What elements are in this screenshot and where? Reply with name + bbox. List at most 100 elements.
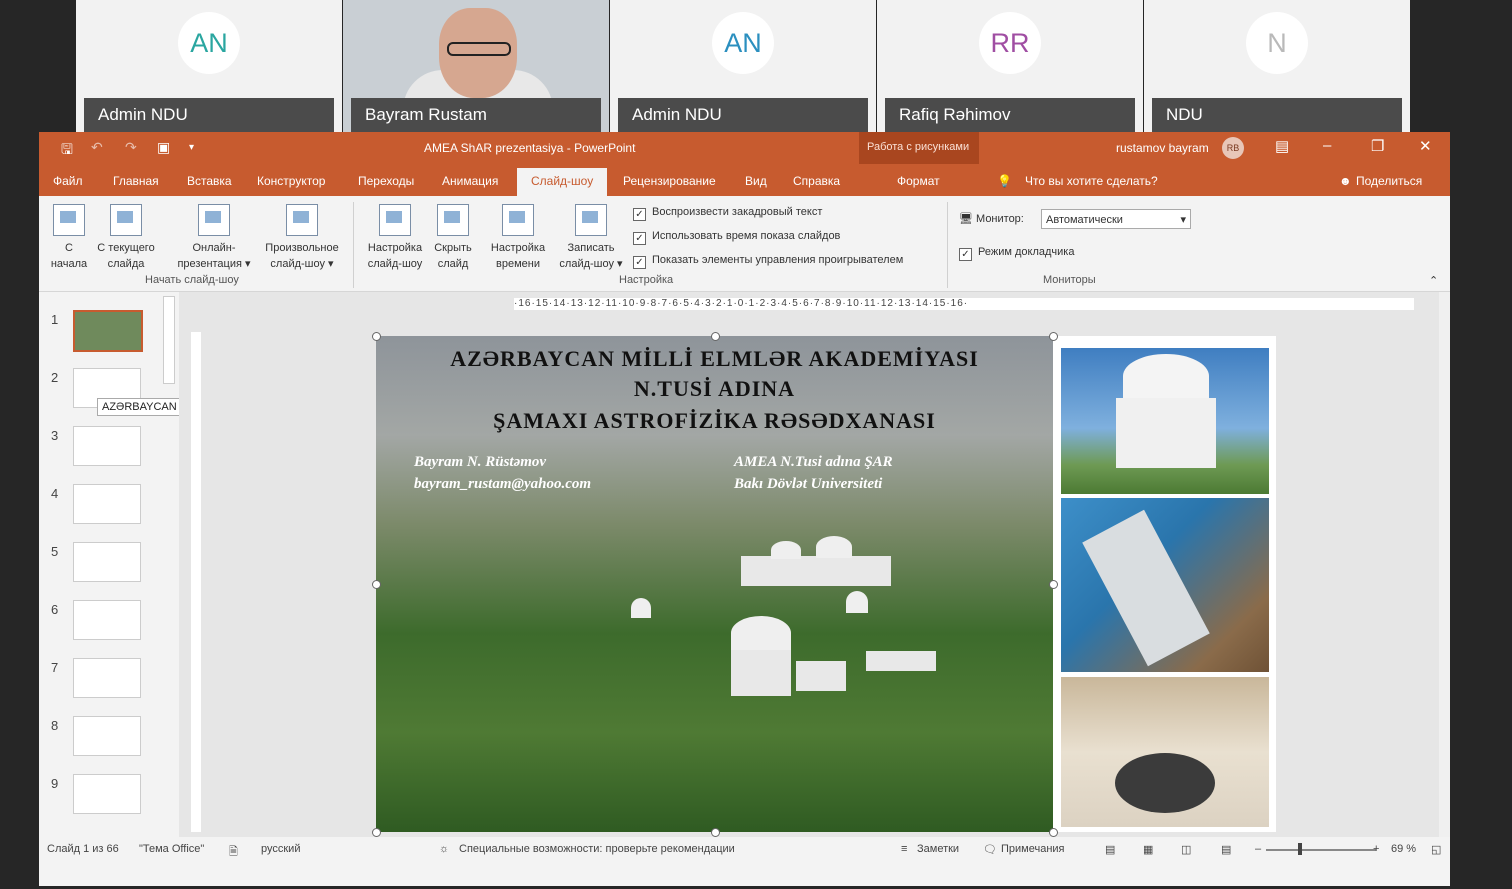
resize-handle[interactable] (1049, 828, 1058, 837)
show-media-controls-checkbox[interactable]: ✓ Показать элементы управления проигрыват… (633, 254, 903, 269)
share-button[interactable]: Поделиться (1356, 174, 1422, 188)
resize-handle[interactable] (372, 332, 381, 341)
big-dome (731, 616, 791, 650)
save-icon[interactable]: 🖫 (61, 139, 73, 163)
telescope-tower-photo[interactable] (1061, 348, 1269, 494)
slide-thumbnail-8[interactable] (73, 716, 141, 756)
resize-handle[interactable] (711, 332, 720, 341)
normal-view-icon[interactable]: ▤ (1105, 843, 1115, 856)
checkbox-checked-icon: ✓ (959, 248, 972, 261)
redo-icon[interactable]: ↷ (125, 139, 137, 156)
comments-button[interactable]: Примечания (1001, 843, 1065, 855)
participant-tile[interactable]: AN Admin NDU (76, 0, 342, 132)
slide-thumbnail-4[interactable] (73, 484, 141, 524)
accessibility-icon: ☼ (439, 843, 450, 855)
slide-thumbnail-9[interactable] (73, 774, 141, 814)
hide-slide-button[interactable]: Скрыть слайд (429, 204, 477, 272)
use-timings-checkbox[interactable]: ✓ Использовать время показа слайдов (633, 230, 840, 245)
slideshow-view-icon[interactable]: ▤ (1221, 843, 1231, 856)
zoom-in-icon[interactable]: + (1373, 843, 1379, 855)
tab-slideshow[interactable]: Слайд-шоу (517, 168, 608, 196)
slide-thumbnail-6[interactable] (73, 600, 141, 640)
slide-author: Bayram N. Rüstəmov (414, 454, 547, 470)
from-current-button[interactable]: С текущего слайда (91, 204, 161, 272)
restore-icon[interactable]: ❐ (1371, 137, 1384, 155)
close-icon[interactable]: ✕ (1419, 137, 1432, 155)
museum-hall-photo[interactable] (1061, 677, 1269, 827)
tab-animations[interactable]: Анимация (442, 174, 498, 188)
zoom-slider[interactable] (1266, 849, 1376, 851)
language[interactable]: русский (261, 843, 300, 855)
avatar: RR (979, 12, 1041, 74)
resize-handle[interactable] (1049, 332, 1058, 341)
slideshow-quick-icon[interactable]: ▣ (157, 139, 170, 156)
button-label: Настройка (367, 242, 423, 254)
tab-format[interactable]: Формат (897, 174, 940, 188)
tab-view[interactable]: Вид (745, 174, 767, 188)
button-label: слайд-шоу ▾ (270, 258, 334, 270)
telescope-interior-photo[interactable] (1061, 498, 1269, 672)
ribbon-tabs: Файл Главная Вставка Конструктор Переход… (39, 164, 1450, 196)
video-glasses (447, 42, 511, 56)
slide-thumbnail-1[interactable] (73, 310, 143, 352)
reading-view-icon[interactable]: ◫ (1181, 843, 1191, 856)
slide-thumbnail-3[interactable] (73, 426, 141, 466)
play-narrations-checkbox[interactable]: ✓ Воспроизвести закадровый текст (633, 206, 822, 221)
dome (816, 536, 852, 558)
spellcheck-icon[interactable]: 🗎 (229, 843, 238, 862)
setup-slideshow-button[interactable]: Настройка слайд-шоу (361, 204, 429, 272)
notes-button[interactable]: Заметки (917, 843, 959, 855)
accessibility-status[interactable]: Специальные возможности: проверьте реком… (459, 843, 735, 855)
resize-handle[interactable] (372, 580, 381, 589)
telescope-building (731, 646, 791, 696)
tell-me-input[interactable]: Что вы хотите сделать? (1025, 174, 1158, 188)
zoom-slider-knob[interactable] (1298, 843, 1302, 855)
dome (1123, 354, 1209, 398)
slide-thumbnail-7[interactable] (73, 658, 141, 698)
record-icon (575, 204, 607, 236)
editor-scrollbar[interactable] (1439, 292, 1450, 837)
participant-video-tile[interactable]: Bayram Rustam (343, 0, 609, 132)
participant-tile[interactable]: N NDU (1144, 0, 1410, 132)
tab-file[interactable]: Файл (53, 174, 83, 188)
minimize-icon[interactable]: – (1323, 137, 1331, 154)
slide-canvas[interactable]: AZƏRBAYCAN MİLLİ ELMLƏR AKADEMİYASI N.TU… (372, 332, 1276, 837)
zoom-out-icon[interactable]: – (1255, 843, 1261, 855)
tab-home[interactable]: Главная (113, 174, 159, 188)
tab-insert[interactable]: Вставка (187, 174, 232, 188)
monitor-select[interactable]: Автоматически ▾ (1041, 209, 1191, 229)
zoom-level[interactable]: 69 % (1391, 843, 1416, 855)
custom-slideshow-button[interactable]: Произвольное слайд-шоу ▾ (257, 204, 347, 272)
fit-to-window-icon[interactable]: ◱ (1431, 843, 1441, 856)
button-label: слайд-шоу ▾ (559, 258, 623, 270)
record-slideshow-button[interactable]: Записать слайд-шоу ▾ (551, 204, 631, 272)
dome (771, 541, 801, 559)
thumbnail-scrollbar[interactable] (163, 296, 175, 384)
user-avatar[interactable]: RB (1222, 137, 1244, 159)
user-name[interactable]: rustamov bayram (1116, 141, 1209, 155)
tab-review[interactable]: Рецензирование (623, 174, 716, 188)
rehearse-timings-button[interactable]: Настройка времени (485, 204, 551, 272)
resize-handle[interactable] (1049, 580, 1058, 589)
slide-sorter-icon[interactable]: ▦ (1143, 843, 1153, 856)
participant-tile[interactable]: AN Admin NDU (610, 0, 876, 132)
participant-tile[interactable]: RR Rafiq Rəhimov (877, 0, 1143, 132)
horizontal-ruler: ·16·15·14·13·12·11·10·9·8·7·6·5·4·3·2·1·… (514, 298, 1414, 310)
from-beginning-button[interactable]: Сначала (47, 204, 91, 272)
collapse-ribbon-icon[interactable]: ⌃ (1429, 274, 1438, 287)
slide-thumbnail-5[interactable] (73, 542, 141, 582)
share-icon[interactable]: ☻ (1339, 174, 1352, 188)
customize-toolbar-icon[interactable]: ▾ (189, 142, 194, 153)
thumbnail-number: 8 (51, 718, 59, 733)
undo-icon[interactable]: ↶ (91, 139, 103, 156)
resize-handle[interactable] (372, 828, 381, 837)
present-online-button[interactable]: Онлайн-презентация ▾ (169, 204, 259, 272)
resize-handle[interactable] (711, 828, 720, 837)
tab-design[interactable]: Конструктор (257, 174, 325, 188)
tab-help[interactable]: Справка (793, 174, 840, 188)
tab-transitions[interactable]: Переходы (358, 174, 414, 188)
presenter-view-checkbox[interactable]: ✓ Режим докладчика (959, 246, 1074, 261)
ribbon-display-icon[interactable]: ▤ (1275, 137, 1289, 155)
setup-slideshow-icon (379, 204, 411, 236)
avatar: AN (712, 12, 774, 74)
